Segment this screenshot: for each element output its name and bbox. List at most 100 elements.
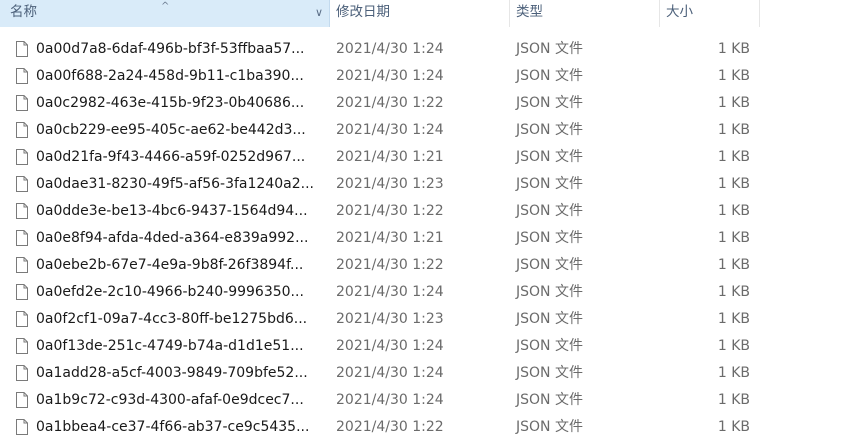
file-size: 1 KB — [717, 419, 750, 435]
file-row[interactable]: 0a00d7a8-6daf-496b-bf3f-53ffbaa57... 2021… — [0, 36, 846, 63]
file-type: JSON 文件 — [516, 419, 583, 435]
file-modified-date: 2021/4/30 1:23 — [336, 311, 444, 327]
file-modified-date: 2021/4/30 1:24 — [336, 122, 444, 138]
file-type: JSON 文件 — [516, 392, 583, 408]
file-size: 1 KB — [717, 203, 750, 219]
file-icon — [16, 68, 28, 84]
column-header-size[interactable]: 大小 — [660, 0, 760, 27]
file-name[interactable]: 0a0f13de-251c-4749-b74a-d1d1e51... — [36, 333, 326, 360]
file-icon — [16, 338, 28, 354]
file-row[interactable]: 0a0e8f94-afda-4ded-a364-e839a992... 2021/… — [0, 225, 846, 252]
file-name[interactable]: 0a1b9c72-c93d-4300-afaf-0e9dcec7... — [36, 387, 326, 414]
file-modified-date: 2021/4/30 1:24 — [336, 284, 444, 300]
file-name[interactable]: 0a0efd2e-2c10-4966-b240-9996350... — [36, 279, 326, 306]
file-name[interactable]: 0a0f2cf1-09a7-4cc3-80ff-be1275bd6... — [36, 306, 326, 333]
file-row[interactable]: 0a0f2cf1-09a7-4cc3-80ff-be1275bd6... 2021… — [0, 306, 846, 333]
file-size: 1 KB — [717, 41, 750, 57]
file-type: JSON 文件 — [516, 365, 583, 381]
file-size: 1 KB — [717, 338, 750, 354]
column-header-date-label: 修改日期 — [336, 4, 390, 20]
file-row[interactable]: 0a0dde3e-be13-4bc6-9437-1564d94... 2021/4… — [0, 198, 846, 225]
file-modified-date: 2021/4/30 1:23 — [336, 176, 444, 192]
file-modified-date: 2021/4/30 1:22 — [336, 95, 444, 111]
file-modified-date: 2021/4/30 1:21 — [336, 149, 444, 165]
file-modified-date: 2021/4/30 1:24 — [336, 68, 444, 84]
file-type: JSON 文件 — [516, 122, 583, 138]
file-name[interactable]: 0a0c2982-463e-415b-9f23-0b40686... — [36, 90, 326, 117]
file-row[interactable]: 0a0d21fa-9f43-4466-a59f-0252d967... 2021/… — [0, 144, 846, 171]
sort-ascending-icon: ^ — [161, 1, 170, 12]
column-header-name-label: 名称 — [10, 4, 37, 20]
file-icon — [16, 176, 28, 192]
file-type: JSON 文件 — [516, 257, 583, 273]
file-size: 1 KB — [717, 122, 750, 138]
file-modified-date: 2021/4/30 1:22 — [336, 419, 444, 435]
file-row[interactable]: 0a1b9c72-c93d-4300-afaf-0e9dcec7... 2021/… — [0, 387, 846, 414]
column-header-date[interactable]: 修改日期 — [330, 0, 510, 27]
file-size: 1 KB — [717, 95, 750, 111]
file-modified-date: 2021/4/30 1:22 — [336, 203, 444, 219]
file-size: 1 KB — [717, 392, 750, 408]
file-type: JSON 文件 — [516, 68, 583, 84]
file-modified-date: 2021/4/30 1:22 — [336, 257, 444, 273]
file-icon — [16, 392, 28, 408]
file-icon — [16, 419, 28, 435]
column-header-bar: 名称 ^ ∨ 修改日期 类型 大小 — [0, 0, 846, 27]
file-modified-date: 2021/4/30 1:24 — [336, 392, 444, 408]
file-type: JSON 文件 — [516, 338, 583, 354]
file-row[interactable]: 0a1add28-a5cf-4003-9849-709bfe52... 2021/… — [0, 360, 846, 387]
column-header-name[interactable]: 名称 ^ ∨ — [0, 0, 330, 27]
file-type: JSON 文件 — [516, 230, 583, 246]
file-row[interactable]: 0a0f13de-251c-4749-b74a-d1d1e51... 2021/4… — [0, 333, 846, 360]
file-size: 1 KB — [717, 68, 750, 84]
column-header-type-label: 类型 — [516, 4, 543, 20]
file-row[interactable]: 0a0c2982-463e-415b-9f23-0b40686... 2021/4… — [0, 90, 846, 117]
file-type: JSON 文件 — [516, 95, 583, 111]
file-icon — [16, 122, 28, 138]
file-modified-date: 2021/4/30 1:24 — [336, 41, 444, 57]
column-header-type[interactable]: 类型 — [510, 0, 660, 27]
chevron-down-icon[interactable]: ∨ — [312, 0, 326, 25]
file-modified-date: 2021/4/30 1:21 — [336, 230, 444, 246]
file-size: 1 KB — [717, 176, 750, 192]
file-name[interactable]: 0a0ebe2b-67e7-4e9a-9b8f-26f3894f... — [36, 252, 326, 279]
file-name[interactable]: 0a1add28-a5cf-4003-9849-709bfe52... — [36, 360, 326, 387]
file-row[interactable]: 0a0efd2e-2c10-4966-b240-9996350... 2021/4… — [0, 279, 846, 306]
file-icon — [16, 203, 28, 219]
file-row[interactable]: 0a1bbea4-ce37-4f66-ab37-ce9c5435... 2021/… — [0, 414, 846, 441]
file-size: 1 KB — [717, 365, 750, 381]
file-modified-date: 2021/4/30 1:24 — [336, 365, 444, 381]
file-row[interactable]: 0a0dae31-8230-49f5-af56-3fa1240a2... 2021… — [0, 171, 846, 198]
file-icon — [16, 284, 28, 300]
file-list: 0a00d7a8-6daf-496b-bf3f-53ffbaa57... 2021… — [0, 36, 846, 441]
file-name[interactable]: 0a00f688-2a24-458d-9b11-c1ba390... — [36, 63, 326, 90]
file-type: JSON 文件 — [516, 203, 583, 219]
file-size: 1 KB — [717, 284, 750, 300]
file-row[interactable]: 0a0cb229-ee95-405c-ae62-be442d3... 2021/4… — [0, 117, 846, 144]
file-icon — [16, 149, 28, 165]
file-icon — [16, 257, 28, 273]
file-name[interactable]: 0a0dae31-8230-49f5-af56-3fa1240a2... — [36, 171, 326, 198]
file-name[interactable]: 0a1bbea4-ce37-4f66-ab37-ce9c5435... — [36, 414, 326, 441]
file-type: JSON 文件 — [516, 41, 583, 57]
file-icon — [16, 311, 28, 327]
file-size: 1 KB — [717, 257, 750, 273]
file-type: JSON 文件 — [516, 311, 583, 327]
file-icon — [16, 365, 28, 381]
file-size: 1 KB — [717, 149, 750, 165]
file-name[interactable]: 0a0d21fa-9f43-4466-a59f-0252d967... — [36, 144, 326, 171]
file-size: 1 KB — [717, 230, 750, 246]
file-type: JSON 文件 — [516, 149, 583, 165]
file-name[interactable]: 0a0cb229-ee95-405c-ae62-be442d3... — [36, 117, 326, 144]
file-size: 1 KB — [717, 311, 750, 327]
file-name[interactable]: 0a0e8f94-afda-4ded-a364-e839a992... — [36, 225, 326, 252]
file-type: JSON 文件 — [516, 176, 583, 192]
file-row[interactable]: 0a00f688-2a24-458d-9b11-c1ba390... 2021/4… — [0, 63, 846, 90]
file-modified-date: 2021/4/30 1:24 — [336, 338, 444, 354]
file-icon — [16, 230, 28, 246]
file-icon — [16, 95, 28, 111]
file-row[interactable]: 0a0ebe2b-67e7-4e9a-9b8f-26f3894f... 2021/… — [0, 252, 846, 279]
file-name[interactable]: 0a00d7a8-6daf-496b-bf3f-53ffbaa57... — [36, 36, 326, 63]
file-name[interactable]: 0a0dde3e-be13-4bc6-9437-1564d94... — [36, 198, 326, 225]
file-icon — [16, 41, 28, 57]
